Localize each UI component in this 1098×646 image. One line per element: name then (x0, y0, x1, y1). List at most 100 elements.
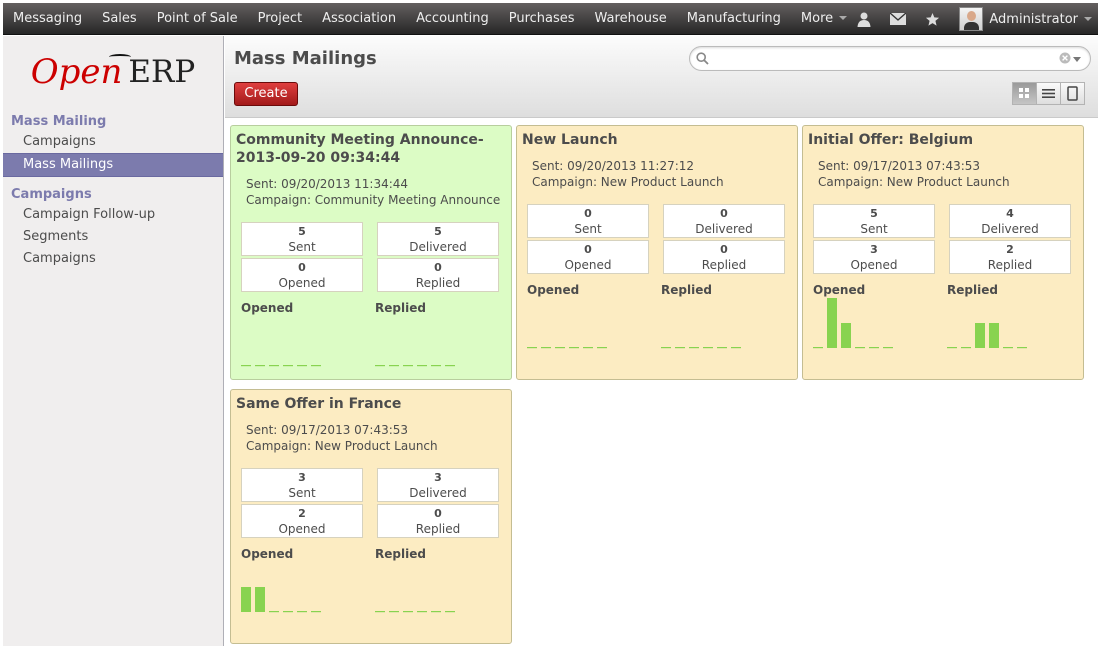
sidebar-item-segments[interactable]: Segments (3, 226, 223, 248)
sidebar-item-campaign-follow-up[interactable]: Campaign Follow-up (3, 204, 223, 226)
menu-project[interactable]: Project (248, 3, 312, 35)
spark-zero-mark (527, 347, 537, 349)
stat-delivered[interactable]: 3 Delivered (377, 468, 499, 502)
spark-zero-mark (703, 347, 713, 349)
opened-sparkline (813, 298, 893, 349)
stat-replied[interactable]: 0 Replied (663, 240, 785, 274)
stat-label: Replied (987, 258, 1033, 272)
mailing-card[interactable]: New Launch Sent: 09/20/2013 11:27:12 Cam… (516, 125, 798, 380)
stat-sent[interactable]: 5 Sent (813, 204, 935, 238)
spark-zero-mark (311, 365, 321, 367)
stat-replied[interactable]: 0 Replied (377, 504, 499, 538)
menu-warehouse[interactable]: Warehouse (585, 3, 677, 35)
menu-purchases[interactable]: Purchases (499, 3, 585, 35)
stat-sent[interactable]: 0 Sent (527, 204, 649, 238)
user-menu[interactable]: Administrator (983, 12, 1098, 27)
card-title[interactable]: Initial Offer: Belgium (808, 131, 1078, 149)
card-title[interactable]: Same Offer in France (236, 395, 506, 413)
stat-replied[interactable]: 0 Replied (377, 258, 499, 292)
replied-sparkline (661, 347, 741, 349)
spark-bar (975, 323, 985, 348)
stat-label: Opened (278, 522, 326, 536)
mailing-card[interactable]: Community Meeting Announce-2013-09-20 09… (230, 125, 512, 380)
menu-messaging[interactable]: Messaging (3, 3, 92, 35)
page-title: Mass Mailings (234, 48, 377, 69)
opened-sparkline (241, 587, 321, 613)
spark-zero-mark (403, 611, 413, 613)
user-name: Administrator (989, 11, 1078, 27)
card-title[interactable]: New Launch (522, 131, 792, 149)
spark-zero-mark (731, 347, 741, 349)
sidebar-item-campaigns[interactable]: Campaigns (3, 131, 223, 153)
stat-sent[interactable]: 3 Sent (241, 468, 363, 502)
stat-label: Sent (574, 222, 602, 236)
list-view-button[interactable] (1036, 82, 1061, 105)
replied-sparkline (375, 611, 455, 613)
stat-opened[interactable]: 3 Opened (813, 240, 935, 274)
stat-value: 2 (298, 507, 306, 520)
create-button[interactable]: Create (234, 82, 298, 106)
mailing-card[interactable]: Initial Offer: Belgium Sent: 09/17/2013 … (802, 125, 1084, 380)
card-campaign: Campaign: Community Meeting Announce (246, 193, 501, 207)
clear-search-icon[interactable] (1059, 52, 1071, 68)
card-title[interactable]: Community Meeting Announce-2013-09-20 09… (236, 131, 506, 167)
stat-value: 0 (584, 243, 592, 256)
mail-icon[interactable] (881, 3, 915, 35)
search-input[interactable] (712, 50, 1052, 67)
spark-zero-mark (855, 347, 865, 349)
spark-zero-mark (389, 365, 399, 367)
openerp-logo[interactable]: Open ERP (3, 36, 223, 108)
star-icon[interactable] (915, 3, 949, 35)
sidebar-section-mass-mailing[interactable]: Mass Mailing (3, 110, 223, 131)
search-options-chevron-icon[interactable] (1073, 57, 1081, 62)
card-campaign: Campaign: New Product Launch (246, 439, 438, 453)
stat-value: 0 (584, 207, 592, 220)
stat-opened[interactable]: 0 Opened (527, 240, 649, 274)
stat-label: Replied (415, 276, 461, 290)
spark-zero-mark (961, 347, 971, 349)
spark-zero-mark (389, 611, 399, 613)
card-sent-date: Sent: 09/17/2013 07:43:53 (246, 423, 409, 437)
stat-value: 0 (720, 243, 728, 256)
spark-zero-mark (717, 347, 727, 349)
menu-sales[interactable]: Sales (92, 3, 147, 35)
spark-zero-mark (675, 347, 685, 349)
opened-sparkline (241, 365, 321, 367)
main-content: Mass Mailings Create Community Meeting A… (225, 36, 1098, 646)
stat-opened[interactable]: 0 Opened (241, 258, 363, 292)
spark-zero-mark (1017, 347, 1027, 349)
stat-value: 4 (1006, 207, 1014, 220)
avatar[interactable] (959, 7, 984, 31)
stat-value: 0 (434, 507, 442, 520)
menu-accounting[interactable]: Accounting (406, 3, 499, 35)
left-sidebar: Open ERP Mass Mailing Campaigns Mass Mai… (3, 36, 224, 646)
spark-bar (255, 587, 265, 612)
form-view-button[interactable] (1060, 82, 1085, 105)
stat-delivered[interactable]: 5 Delivered (377, 222, 499, 256)
menu-manufacturing[interactable]: Manufacturing (677, 3, 791, 35)
stat-label: Delivered (409, 240, 467, 254)
logo-erp-text: ERP (128, 54, 196, 90)
sidebar-item-campaigns-2[interactable]: Campaigns (3, 248, 223, 270)
mailing-card[interactable]: Same Offer in France Sent: 09/17/2013 07… (230, 389, 512, 644)
kanban-icon (1019, 88, 1029, 98)
stat-delivered[interactable]: 4 Delivered (949, 204, 1071, 238)
stat-opened[interactable]: 2 Opened (241, 504, 363, 538)
stat-value: 5 (870, 207, 878, 220)
menu-point-of-sale[interactable]: Point of Sale (147, 3, 248, 35)
spark-bar (841, 323, 851, 348)
stat-sent[interactable]: 5 Sent (241, 222, 363, 256)
spark-zero-mark (869, 347, 879, 349)
spark-zero-mark (883, 347, 893, 349)
stat-delivered[interactable]: 0 Delivered (663, 204, 785, 238)
stat-replied[interactable]: 2 Replied (949, 240, 1071, 274)
kanban-view-button[interactable] (1012, 82, 1037, 105)
sidebar-section-campaigns[interactable]: Campaigns (3, 183, 223, 204)
menu-more-label: More (800, 10, 834, 26)
stat-label: Delivered (409, 486, 467, 500)
user-icon[interactable] (847, 3, 881, 35)
sidebar-item-mass-mailings[interactable]: Mass Mailings (3, 153, 223, 177)
spark-zero-mark (283, 365, 293, 367)
spark-zero-mark (297, 611, 307, 613)
menu-association[interactable]: Association (312, 3, 406, 35)
